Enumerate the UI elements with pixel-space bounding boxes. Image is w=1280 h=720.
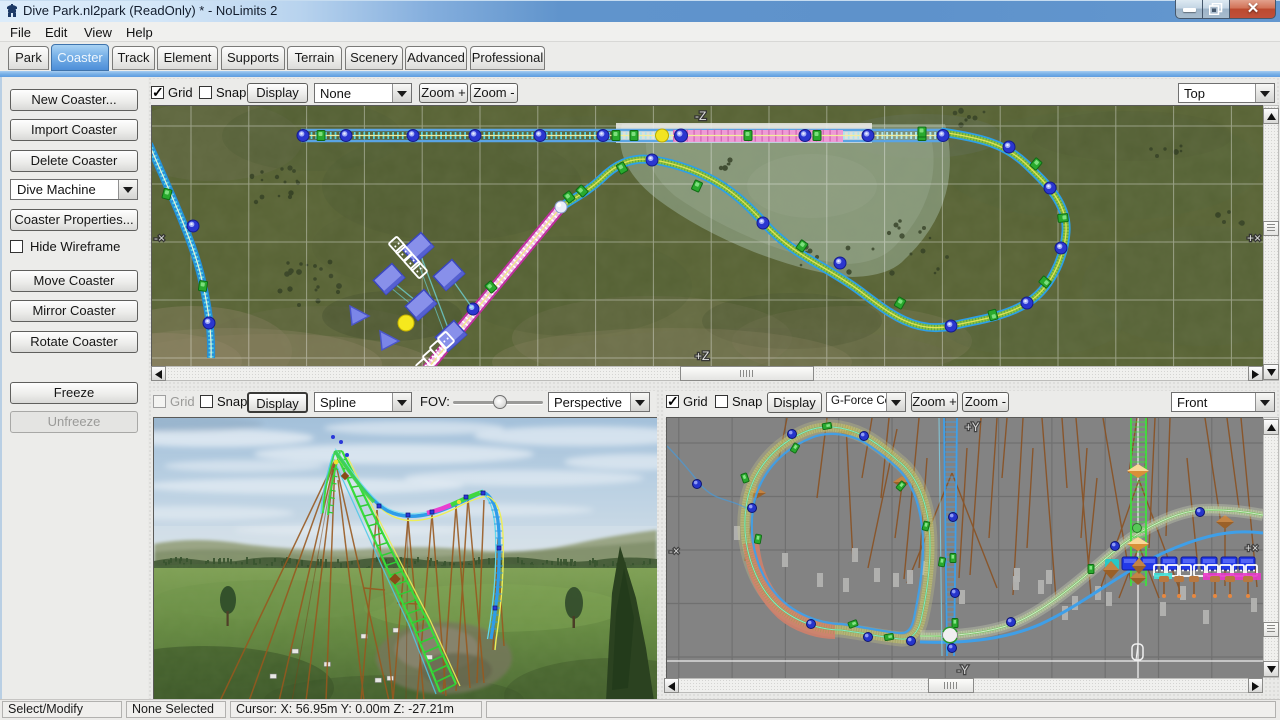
svg-text:-Y: -Y [957, 665, 969, 677]
svg-text:+×: +× [1247, 231, 1261, 245]
svg-text:+Z: +Z [695, 349, 709, 363]
svg-text:-Z: -Z [695, 109, 706, 123]
svg-text:+×: +× [1245, 543, 1258, 555]
svg-text:-×: -× [154, 231, 165, 245]
svg-text:+Y: +Y [965, 422, 980, 434]
svg-text:-×: -× [669, 546, 680, 558]
